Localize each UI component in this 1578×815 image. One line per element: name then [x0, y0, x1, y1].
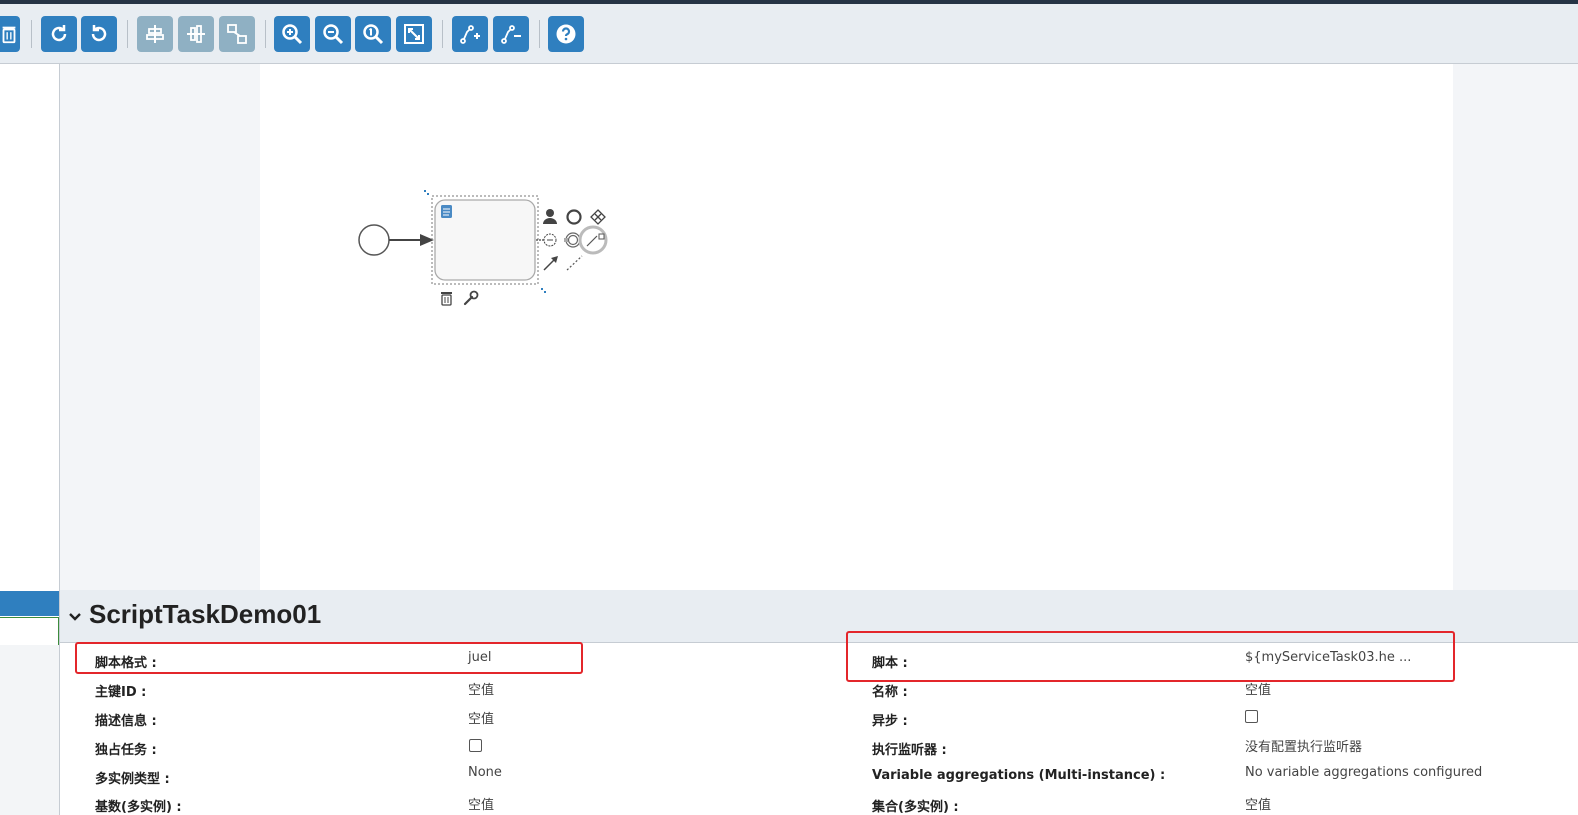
align-vertical-icon: [187, 25, 205, 43]
prop-label-id: 主键ID :: [95, 685, 147, 700]
append-event-handle[interactable]: [578, 225, 608, 255]
zoom-out-icon: [323, 24, 344, 45]
gateway-icon[interactable]: [590, 209, 606, 225]
left-tab-active[interactable]: [0, 591, 59, 616]
script-task[interactable]: [434, 199, 536, 281]
exclusive-checkbox[interactable]: [469, 739, 482, 752]
prop-value-collection[interactable]: 空值: [1245, 794, 1271, 813]
async-checkbox[interactable]: [1245, 710, 1258, 723]
delete-icon[interactable]: [441, 292, 452, 306]
end-event-icon[interactable]: [566, 209, 582, 225]
toolbar-separator: [539, 20, 540, 48]
prop-label-collection: 集合(多实例) :: [872, 800, 959, 815]
same-size-button[interactable]: [219, 16, 255, 52]
undo-button[interactable]: [81, 16, 117, 52]
prop-label-multi-instance-type: 多实例类型 :: [95, 772, 170, 787]
left-tab-selected[interactable]: [0, 617, 59, 646]
delete-button[interactable]: [0, 16, 20, 52]
prop-label-description: 描述信息 :: [95, 714, 157, 729]
zoom-in-button[interactable]: [274, 16, 310, 52]
zoom-fit-icon: [404, 24, 424, 44]
user-task-icon[interactable]: [543, 209, 557, 224]
wrench-icon[interactable]: [463, 290, 479, 306]
align-vertical-button[interactable]: [178, 16, 214, 52]
add-bendpoint-button[interactable]: [452, 16, 488, 52]
highlight-box-script-format: [75, 642, 583, 674]
add-bendpoint-icon: [460, 25, 480, 44]
question-icon: [556, 24, 576, 44]
toolbar-separator: [442, 20, 443, 48]
prop-value-id[interactable]: 空值: [468, 679, 494, 698]
prop-value-execution-listeners[interactable]: 没有配置执行监听器: [1245, 736, 1362, 755]
align-horizontal-button[interactable]: [137, 16, 173, 52]
properties-title: ScriptTaskDemo01: [89, 599, 322, 629]
start-event[interactable]: [358, 224, 390, 256]
chevron-down-icon[interactable]: [68, 610, 82, 624]
prop-value-multi-instance-type[interactable]: None: [468, 765, 502, 780]
prop-value-cardinality[interactable]: 空值: [468, 794, 494, 813]
bpmn-diagram: [358, 190, 608, 306]
undo-icon: [91, 25, 107, 42]
toolbar-separator: [31, 20, 32, 48]
prop-value-description[interactable]: 空值: [468, 708, 494, 727]
help-button[interactable]: [548, 16, 584, 52]
prop-label-exclusive: 独占任务 :: [95, 743, 157, 758]
highlight-box-script: [846, 631, 1455, 682]
prop-label-variable-aggregations: Variable aggregations (Multi-instance) :: [872, 768, 1166, 783]
toolbar-separator: [127, 20, 128, 48]
prop-label-async: 异步 :: [872, 714, 908, 729]
redo-button[interactable]: [41, 16, 77, 52]
zoom-actual-button[interactable]: [355, 16, 391, 52]
connect-icon[interactable]: [543, 256, 558, 271]
association-icon[interactable]: [566, 255, 583, 271]
toolbar: [0, 4, 1578, 64]
prop-label-execution-listeners: 执行监听器 :: [872, 743, 947, 758]
intermediate-event-icon[interactable]: [536, 233, 557, 247]
sequence-flow[interactable]: [389, 234, 434, 246]
same-size-icon: [227, 24, 247, 44]
properties-panel: ScriptTaskDemo01 脚本格式 : juel 主键ID : 空值 描…: [60, 590, 1578, 815]
prop-label-name: 名称 :: [872, 685, 908, 700]
zoom-fit-button[interactable]: [396, 16, 432, 52]
redo-icon: [51, 25, 67, 42]
diagram-canvas[interactable]: [260, 64, 1453, 590]
align-horizontal-icon: [146, 25, 164, 43]
trash-icon: [2, 26, 16, 44]
prop-value-variable-aggregations[interactable]: No variable aggregations configured: [1245, 765, 1482, 780]
boundary-event-icon[interactable]: [564, 232, 581, 248]
left-panel-lower: [0, 645, 59, 815]
canvas-area: [60, 64, 1578, 590]
remove-bendpoint-icon: [501, 25, 521, 44]
zoom-in-icon: [282, 24, 303, 45]
remove-bendpoint-button[interactable]: [493, 16, 529, 52]
toolbar-separator: [265, 20, 266, 48]
prop-label-cardinality: 基数(多实例) :: [95, 800, 182, 815]
script-icon: [441, 205, 452, 218]
zoom-out-button[interactable]: [315, 16, 351, 52]
zoom-actual-icon: [363, 24, 384, 45]
